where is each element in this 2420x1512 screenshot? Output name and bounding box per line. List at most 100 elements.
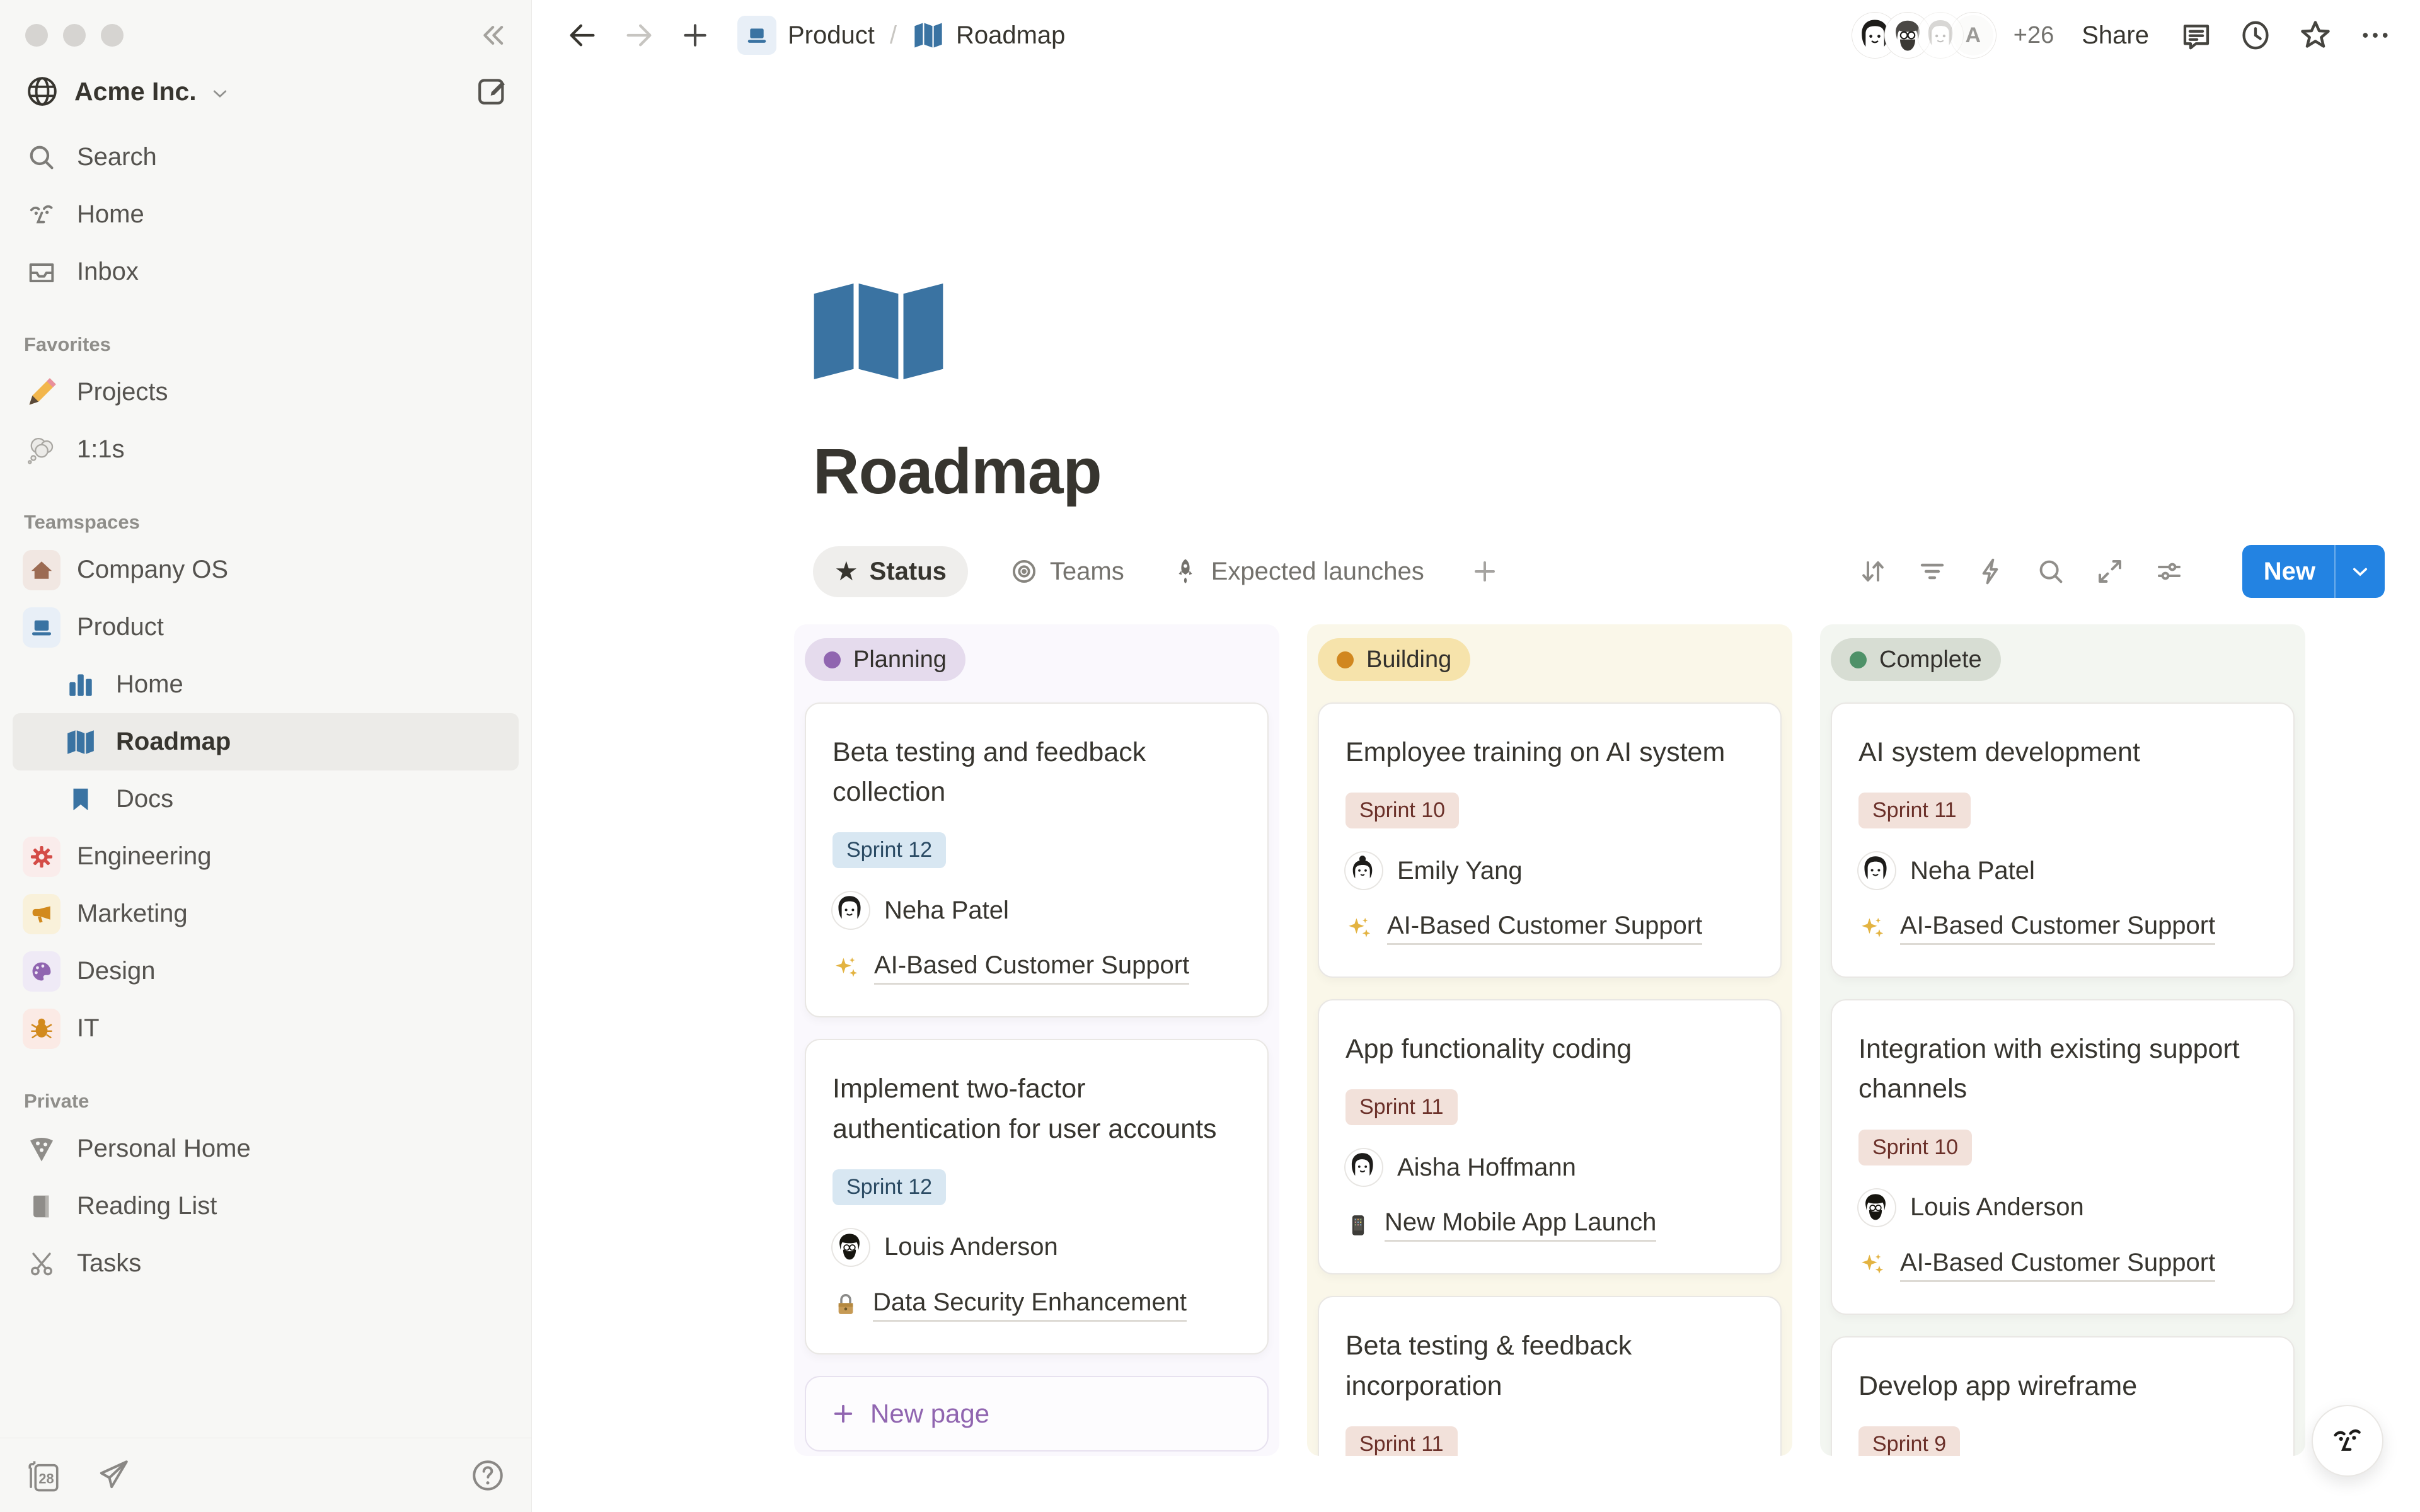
sidebar-item-engineering[interactable]: Engineering	[0, 828, 531, 885]
board-card[interactable]: Implement two-factor authentication for …	[805, 1039, 1269, 1354]
related-page-link[interactable]: AI-Based Customer Support	[833, 951, 1241, 985]
pizza-icon	[23, 1134, 60, 1164]
sort-icon[interactable]	[1858, 556, 1888, 587]
workspace-switcher[interactable]: Acme Inc.	[24, 73, 510, 110]
sidebar-collapse-icon[interactable]	[475, 18, 510, 53]
related-page-link[interactable]: New Mobile App Launch	[1345, 1208, 1754, 1242]
board-card[interactable]: Beta testing & feedback incorporation Sp…	[1318, 1296, 1782, 1456]
card-title: Develop app wireframe	[1858, 1366, 2267, 1406]
avatar	[1858, 1189, 1895, 1226]
favorite-star-icon[interactable]	[2298, 18, 2333, 53]
tab-label: Teams	[1050, 558, 1124, 586]
linked-page-title[interactable]: AI-Based Customer Support	[874, 951, 1189, 985]
megaphone-icon	[23, 894, 60, 934]
window-minimize-button[interactable]	[63, 24, 86, 47]
new-page-compose-icon[interactable]	[475, 74, 510, 109]
lightning-icon[interactable]	[1976, 556, 2007, 587]
collaborator-avatars[interactable]: A	[1852, 13, 1996, 58]
window-close-button[interactable]	[25, 24, 48, 47]
column-header-planning[interactable]: Planning	[805, 638, 965, 681]
settings-sliders-icon[interactable]	[2154, 556, 2184, 587]
chevron-down-icon[interactable]	[2336, 561, 2385, 582]
card-title: AI system development	[1858, 733, 2267, 772]
bookmark-icon	[62, 785, 100, 814]
board-card[interactable]: App functionality coding Sprint 11 Aisha…	[1318, 999, 1782, 1274]
related-page-link[interactable]: AI-Based Customer Support	[1345, 912, 1754, 945]
back-icon[interactable]	[557, 19, 608, 52]
sidebar-item-home[interactable]: Home	[0, 186, 531, 243]
sparkles-icon	[833, 954, 860, 982]
board-card[interactable]: Beta testing and feedback collection Spr…	[805, 702, 1269, 1017]
linked-page-title[interactable]: New Mobile App Launch	[1385, 1208, 1656, 1242]
linked-page-title[interactable]: AI-Based Customer Support	[1900, 1249, 2215, 1282]
bar-chart-icon	[62, 669, 100, 701]
sidebar-item-1on1s[interactable]: 1:1s	[0, 421, 531, 478]
sidebar-item-product[interactable]: Product	[0, 598, 531, 656]
kanban-board: Planning Beta testing and feedback colle…	[794, 624, 2420, 1456]
board-card[interactable]: Employee training on AI system Sprint 10…	[1318, 702, 1782, 978]
board-card[interactable]: Integration with existing support channe…	[1831, 999, 2295, 1314]
tab-teams[interactable]: Teams	[1005, 546, 1129, 597]
sprint-tag: Sprint 10	[1345, 793, 1459, 828]
filter-icon[interactable]	[1917, 556, 1947, 587]
sprint-tag: Sprint 12	[833, 832, 946, 868]
linked-page-title[interactable]: AI-Based Customer Support	[1900, 912, 2215, 945]
calendar-icon[interactable]: 28	[25, 1457, 62, 1494]
status-dot	[824, 651, 841, 668]
forward-icon[interactable]	[614, 19, 664, 52]
column-header-complete[interactable]: Complete	[1831, 638, 2001, 681]
window-zoom-button[interactable]	[101, 24, 124, 47]
sidebar-item-roadmap[interactable]: Roadmap	[13, 713, 519, 770]
new-page-button[interactable]: New page	[805, 1376, 1269, 1452]
search-icon[interactable]	[2036, 556, 2066, 587]
sidebar-item-label: Inbox	[77, 258, 139, 286]
tab-status[interactable]: ★ Status	[813, 546, 968, 597]
expand-icon[interactable]	[2095, 556, 2125, 587]
sidebar-item-inbox[interactable]: Inbox	[0, 243, 531, 301]
collaborator-overflow-count[interactable]: +26	[2014, 22, 2054, 49]
avatar	[1858, 852, 1895, 889]
comments-icon[interactable]	[2179, 18, 2213, 52]
share-button[interactable]: Share	[2082, 21, 2149, 50]
linked-page-title[interactable]: Data Security Enhancement	[873, 1288, 1187, 1322]
more-options-icon[interactable]	[2358, 18, 2392, 52]
help-icon[interactable]	[470, 1457, 506, 1494]
board-card[interactable]: AI system development Sprint 11 Neha Pat…	[1831, 702, 2295, 978]
sidebar-item-label: Personal Home	[77, 1135, 251, 1163]
sidebar-item-docs[interactable]: Docs	[0, 770, 531, 828]
person-name: Louis Anderson	[1910, 1193, 2084, 1222]
sidebar-item-product-home[interactable]: Home	[0, 656, 531, 713]
sidebar-item-marketing[interactable]: Marketing	[0, 885, 531, 942]
tab-expected-launches[interactable]: Expected launches	[1166, 546, 1429, 597]
linked-page-title[interactable]: AI-Based Customer Support	[1387, 912, 1702, 945]
sidebar-item-projects[interactable]: Projects	[0, 364, 531, 421]
new-button[interactable]: New	[2242, 545, 2385, 598]
breadcrumb-parent[interactable]: Product	[788, 21, 875, 50]
sidebar-item-design[interactable]: Design	[0, 942, 531, 1000]
star-icon: ★	[834, 558, 858, 585]
page-icon-map[interactable]	[813, 284, 2420, 379]
sidebar-item-search[interactable]: Search	[0, 129, 531, 186]
sidebar-item-tasks[interactable]: Tasks	[0, 1235, 531, 1292]
column-name: Complete	[1879, 646, 1982, 673]
sidebar-item-it[interactable]: IT	[0, 1000, 531, 1057]
map-icon	[62, 726, 100, 758]
sidebar-item-personal-home[interactable]: Personal Home	[0, 1120, 531, 1177]
history-clock-icon[interactable]	[2238, 18, 2273, 52]
sidebar-item-label: Design	[77, 957, 156, 985]
notion-ai-button[interactable]	[2312, 1405, 2383, 1477]
sidebar-item-label: Company OS	[77, 556, 228, 584]
send-icon[interactable]	[95, 1457, 131, 1494]
related-page-link[interactable]: Data Security Enhancement	[833, 1288, 1241, 1322]
new-tab-plus-icon[interactable]	[671, 20, 720, 51]
page-title[interactable]: Roadmap	[813, 435, 2420, 508]
column-header-building[interactable]: Building	[1318, 638, 1470, 681]
sidebar-item-reading-list[interactable]: Reading List	[0, 1177, 531, 1235]
sidebar-item-company-os[interactable]: Company OS	[0, 541, 531, 598]
board-card[interactable]: Develop app wireframe Sprint 9 Emily Yan…	[1831, 1336, 2295, 1456]
related-page-link[interactable]: AI-Based Customer Support	[1858, 1249, 2267, 1282]
related-page-link[interactable]: AI-Based Customer Support	[1858, 912, 2267, 945]
window-controls[interactable]	[0, 0, 531, 47]
add-view-icon[interactable]	[1470, 556, 1500, 587]
breadcrumb-current[interactable]: Roadmap	[956, 21, 1065, 50]
